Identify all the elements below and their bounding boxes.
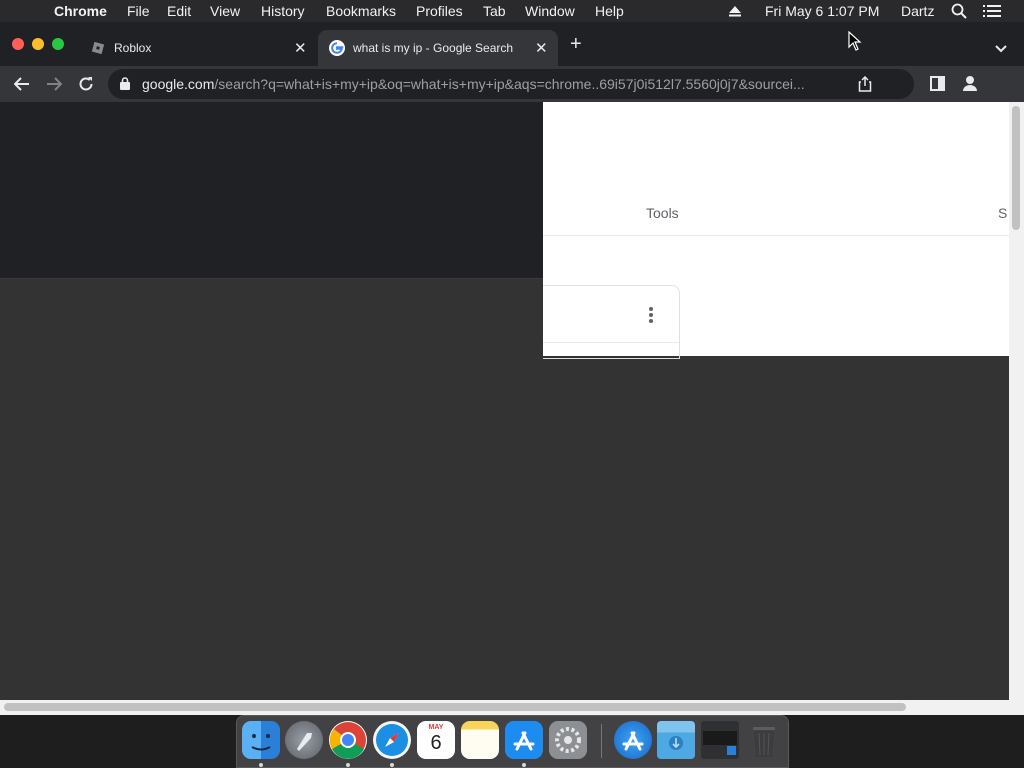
forward-arrow-icon[interactable] (42, 72, 66, 96)
menu-history[interactable]: History (261, 3, 305, 19)
menu-file[interactable]: File (127, 3, 150, 19)
menu-bar: Chrome File Edit View History Bookmarks … (0, 0, 1024, 22)
system-preferences-icon[interactable] (549, 721, 587, 759)
menu-bookmarks[interactable]: Bookmarks (326, 3, 396, 19)
page-content: Tools S (0, 102, 1009, 700)
settings-link-fragment[interactable]: S (998, 205, 1007, 221)
dock: MAY 6 (236, 715, 789, 768)
app-store-icon[interactable] (505, 721, 543, 759)
address-bar[interactable]: google.com/search?q=what+is+my+ip&oq=wha… (108, 69, 914, 99)
chrome-running-indicator (346, 763, 350, 767)
mouse-cursor-icon (848, 30, 862, 56)
card-divider (543, 342, 679, 343)
more-options-icon[interactable] (647, 305, 655, 325)
calendar-icon[interactable]: MAY 6 (417, 721, 455, 759)
header-divider (543, 235, 1009, 236)
menu-help[interactable]: Help (595, 3, 624, 19)
app-store-downloads-icon[interactable] (614, 721, 652, 759)
share-icon[interactable] (858, 75, 872, 97)
launchpad-icon[interactable] (285, 721, 323, 759)
menu-window[interactable]: Window (525, 3, 575, 19)
roblox-favicon-icon (90, 40, 106, 59)
reload-icon[interactable] (74, 72, 98, 96)
url-text[interactable]: google.com/search?q=what+is+my+ip&oq=wha… (142, 76, 805, 92)
horizontal-scroll-thumb[interactable] (4, 703, 906, 711)
search-results-fragment: Tools S (543, 102, 1009, 359)
profile-avatar-icon[interactable] (960, 73, 980, 93)
lock-icon[interactable] (120, 77, 130, 95)
url-host: google.com (142, 76, 215, 92)
back-arrow-icon[interactable] (10, 72, 34, 96)
menu-view[interactable]: View (210, 3, 240, 19)
close-window-button[interactable] (12, 38, 24, 50)
tab-roblox[interactable]: Roblox ✕ (82, 30, 316, 66)
horizontal-scrollbar[interactable] (0, 700, 1024, 715)
chrome-icon[interactable] (329, 721, 367, 759)
google-favicon-icon (329, 40, 345, 59)
spotlight-search-icon[interactable] (951, 3, 967, 22)
close-tab-icon[interactable]: ✕ (294, 39, 307, 57)
finder-icon[interactable] (242, 721, 280, 759)
menu-clock[interactable]: Fri May 6 1:07 PM (765, 3, 879, 19)
new-tab-plus-icon[interactable]: + (570, 34, 582, 54)
downloads-folder-icon[interactable] (657, 721, 695, 759)
vertical-scroll-thumb[interactable] (1012, 106, 1020, 230)
calendar-month: MAY (428, 724, 444, 731)
tab-title: what is my ip - Google Search (353, 41, 514, 55)
menu-app-name[interactable]: Chrome (54, 3, 107, 19)
result-card (543, 285, 680, 359)
safari-icon[interactable] (373, 721, 411, 759)
screenshot-thumbnail-icon[interactable] (701, 721, 739, 759)
tab-google-search[interactable]: what is my ip - Google Search ✕ (318, 30, 558, 66)
tab-title: Roblox (114, 41, 152, 55)
finder-running-indicator (259, 763, 263, 767)
menu-user[interactable]: Dartz (901, 3, 934, 19)
app-store-running-indicator (522, 763, 526, 767)
side-panel-icon[interactable] (930, 76, 945, 96)
tab-strip: Roblox ✕ what is my ip - Google Search ✕… (0, 22, 1024, 66)
control-center-icon[interactable] (983, 4, 1001, 21)
dark-overlay-region (0, 102, 543, 279)
notes-icon[interactable] (461, 721, 499, 759)
close-tab-icon[interactable]: ✕ (535, 39, 548, 57)
zoom-window-button[interactable] (52, 38, 64, 50)
menu-profiles[interactable]: Profiles (416, 3, 463, 19)
menu-edit[interactable]: Edit (167, 3, 191, 19)
tab-search-chevron-down-icon[interactable] (995, 40, 1007, 58)
menu-tab[interactable]: Tab (483, 3, 506, 19)
minimize-window-button[interactable] (32, 38, 44, 50)
trash-icon[interactable] (745, 721, 783, 759)
eject-icon[interactable] (728, 4, 742, 21)
vertical-scrollbar[interactable] (1009, 102, 1024, 700)
browser-toolbar: google.com/search?q=what+is+my+ip&oq=wha… (0, 66, 1024, 102)
calendar-day: 6 (430, 732, 442, 754)
tools-button[interactable]: Tools (646, 205, 679, 221)
safari-running-indicator (390, 763, 394, 767)
url-path: /search?q=what+is+my+ip&oq=what+is+my+ip… (214, 76, 805, 92)
dock-separator (601, 724, 602, 758)
